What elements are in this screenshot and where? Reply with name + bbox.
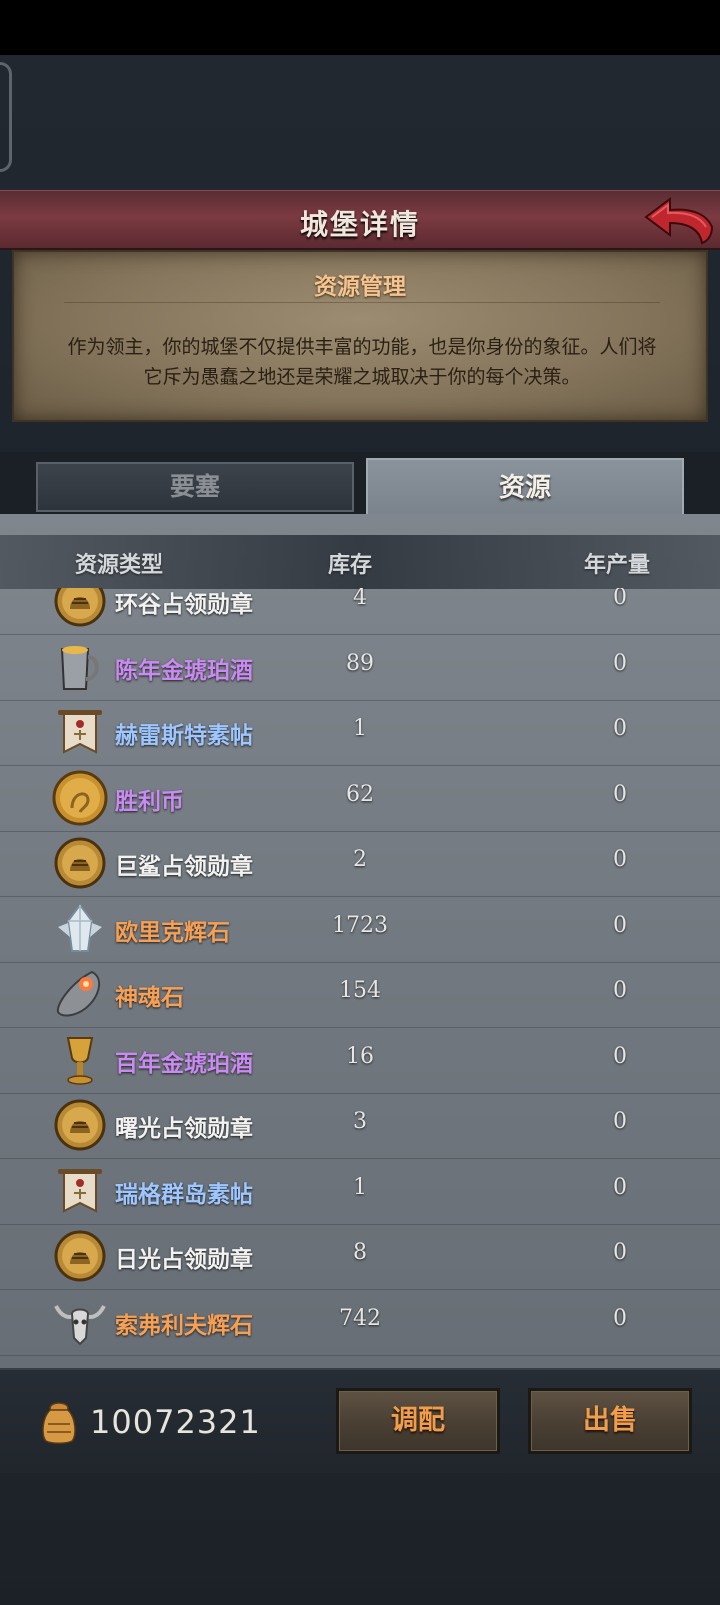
back-button[interactable] bbox=[642, 195, 714, 247]
resource-yield: 0 bbox=[613, 1043, 627, 1069]
table-row[interactable]: 百年金琥珀酒 16 0 bbox=[0, 1027, 720, 1094]
resource-name: 神魂石 bbox=[115, 985, 184, 1011]
tankard-icon bbox=[52, 639, 108, 695]
resource-name: 曙光占领勋章 bbox=[115, 1116, 253, 1142]
resource-stock: 62 bbox=[346, 781, 374, 807]
resource-name: 日光占领勋章 bbox=[115, 1247, 253, 1273]
resource-yield: 0 bbox=[613, 650, 627, 676]
info-heading: 资源管理 bbox=[314, 274, 406, 300]
info-panel: 资源管理 作为领主，你的城堡不仅提供丰富的功能，也是你身份的象征。人们将 它斥为… bbox=[12, 250, 708, 422]
resource-stock: 2 bbox=[353, 847, 367, 872]
gold-sack-icon bbox=[38, 1400, 80, 1444]
resource-yield: 0 bbox=[613, 1109, 627, 1134]
resource-stock: 16 bbox=[346, 1043, 374, 1069]
resource-name: 陈年金琥珀酒 bbox=[115, 657, 253, 684]
table-row[interactable]: 胜利币 62 0 bbox=[0, 765, 720, 832]
helmet-medal-icon bbox=[52, 588, 108, 629]
resource-name: 巨鲨占领勋章 bbox=[115, 854, 253, 880]
table-row[interactable]: 索弗利夫辉石 742 0 bbox=[0, 1289, 720, 1356]
resource-name: 胜利币 bbox=[115, 788, 184, 815]
tab-fortress[interactable]: 要塞 bbox=[36, 462, 354, 512]
resource-stock: 1 bbox=[353, 716, 367, 741]
banner-scroll-icon bbox=[52, 704, 108, 760]
sell-button[interactable]: 出售 bbox=[528, 1388, 692, 1454]
banner-scroll-icon bbox=[52, 1163, 108, 1219]
resource-yield: 0 bbox=[613, 1174, 627, 1200]
column-type-header: 资源类型 bbox=[75, 553, 164, 578]
helmet-medal-icon bbox=[52, 835, 108, 891]
table-row[interactable]: 赫雷斯特素帖 1 0 bbox=[0, 699, 720, 766]
resource-yield: 0 bbox=[613, 912, 627, 938]
resource-stock: 154 bbox=[339, 978, 381, 1003]
allocate-button[interactable]: 调配 bbox=[336, 1388, 500, 1454]
helmet-medal-icon bbox=[52, 1228, 108, 1284]
divider bbox=[64, 302, 660, 303]
table-row[interactable]: 神魂石 154 0 bbox=[0, 961, 720, 1028]
table-row[interactable]: 瑞格群岛素帖 1 0 bbox=[0, 1158, 720, 1225]
horned-skull-icon bbox=[52, 1294, 108, 1350]
resource-stock: 742 bbox=[339, 1305, 381, 1331]
resource-name: 索弗利夫辉石 bbox=[115, 1312, 253, 1339]
column-stock-header: 库存 bbox=[328, 553, 373, 578]
status-bar bbox=[0, 0, 720, 55]
table-row[interactable]: 巨鲨占领勋章 2 0 bbox=[0, 830, 720, 897]
resource-yield: 0 bbox=[613, 1305, 627, 1331]
table-row[interactable]: 陈年金琥珀酒 89 0 bbox=[0, 634, 720, 701]
soul-stone-icon bbox=[52, 966, 108, 1022]
resource-stock: 89 bbox=[346, 650, 374, 676]
title-bar: 城堡详情 bbox=[0, 190, 720, 250]
resource-yield: 0 bbox=[613, 781, 627, 807]
helmet-medal-icon bbox=[52, 1097, 108, 1153]
gold-amount: 10072321 bbox=[90, 1403, 261, 1441]
description-line: 它斥为愚蠢之地还是荣耀之城取决于你的每个决策。 bbox=[143, 366, 581, 388]
info-description: 作为领主，你的城堡不仅提供丰富的功能，也是你身份的象征。人们将 它斥为愚蠢之地还… bbox=[44, 332, 680, 392]
table-row[interactable]: 欧里克辉石 1723 0 bbox=[0, 896, 720, 963]
tab-resources[interactable]: 资源 bbox=[366, 458, 684, 516]
resource-stock: 8 bbox=[353, 1240, 367, 1265]
resource-stock: 3 bbox=[353, 1109, 367, 1134]
crystal-icon bbox=[52, 901, 108, 957]
column-header: 资源类型 库存 年产量 bbox=[0, 535, 720, 589]
resource-list[interactable]: 环谷占领勋章 4 0 陈年金琥珀酒 89 0 赫雷斯特素帖 1 0 胜利币 62 0 巨鲨占领勋章 2 0 欧… bbox=[0, 588, 720, 1368]
resource-name: 赫雷斯特素帖 bbox=[115, 723, 253, 749]
side-frame-decoration bbox=[0, 62, 12, 172]
resource-yield: 0 bbox=[613, 847, 627, 872]
victory-coin-icon bbox=[52, 770, 108, 826]
back-arrow-icon bbox=[644, 197, 714, 245]
table-row[interactable]: 日光占领勋章 8 0 bbox=[0, 1223, 720, 1290]
resource-yield: 0 bbox=[613, 716, 627, 741]
goblet-icon bbox=[52, 1032, 108, 1088]
resource-name: 百年金琥珀酒 bbox=[115, 1050, 253, 1077]
resource-name: 环谷占领勋章 bbox=[115, 592, 253, 618]
resource-name: 欧里克辉石 bbox=[115, 919, 230, 946]
resource-stock: 1723 bbox=[332, 912, 388, 938]
resource-yield: 0 bbox=[613, 978, 627, 1003]
page-title: 城堡详情 bbox=[299, 208, 420, 241]
description-line: 作为领主，你的城堡不仅提供丰富的功能，也是你身份的象征。人们将 bbox=[67, 336, 657, 358]
resource-name: 瑞格群岛素帖 bbox=[115, 1181, 253, 1208]
resource-yield: 0 bbox=[613, 588, 627, 610]
table-row[interactable]: 曙光占领勋章 3 0 bbox=[0, 1092, 720, 1159]
column-yield-header: 年产量 bbox=[584, 553, 651, 578]
resource-yield: 0 bbox=[613, 1240, 627, 1265]
resource-stock: 1 bbox=[353, 1174, 367, 1200]
table-row[interactable]: 环谷占领勋章 4 0 bbox=[0, 588, 720, 635]
resource-stock: 4 bbox=[353, 588, 367, 610]
